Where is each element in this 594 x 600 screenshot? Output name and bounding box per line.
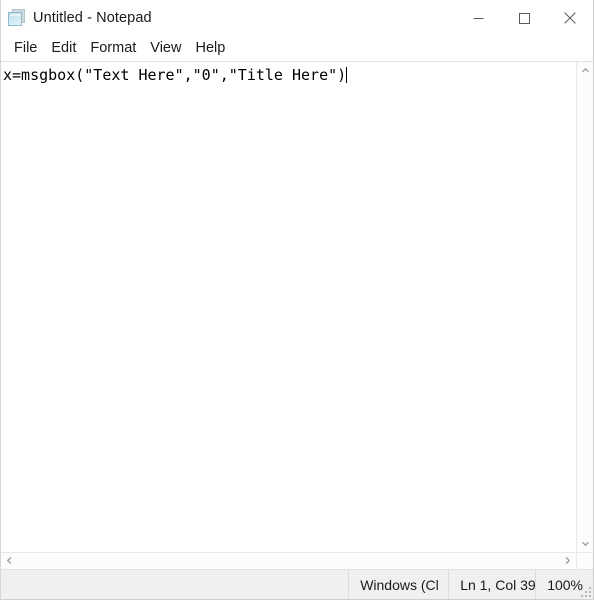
close-icon [564, 12, 576, 24]
vertical-scrollbar-track[interactable] [577, 79, 593, 535]
editor-area: x=msgbox("Text Here","0","Title Here") [1, 62, 593, 552]
horizontal-scrollbar[interactable] [1, 552, 593, 570]
scroll-right-button[interactable] [559, 553, 576, 570]
notepad-window: Untitled - Notepad File Edit Format View… [0, 0, 594, 600]
chevron-down-icon [581, 535, 590, 553]
menu-item-edit[interactable]: Edit [44, 38, 83, 59]
editor-text: x=msgbox("Text Here","0","Title Here") [3, 66, 347, 84]
window-title: Untitled - Notepad [33, 10, 152, 26]
menu-item-file[interactable]: File [7, 38, 44, 59]
title-bar-left: Untitled - Notepad [1, 0, 152, 36]
maximize-button[interactable] [501, 0, 547, 36]
maximize-icon [518, 12, 530, 24]
status-cursor-position[interactable]: Ln 1, Col 39 [448, 570, 535, 599]
status-encoding[interactable]: Windows (Cl [348, 570, 448, 599]
menu-item-format[interactable]: Format [83, 38, 143, 59]
title-bar[interactable]: Untitled - Notepad [1, 0, 593, 36]
menu-item-view[interactable]: View [143, 38, 188, 59]
vertical-scrollbar[interactable] [576, 62, 593, 552]
horizontal-scrollbar-track[interactable] [18, 553, 559, 569]
menu-bar: File Edit Format View Help [1, 36, 593, 62]
editor-text-line: x=msgbox("Text Here","0","Title Here") [3, 66, 348, 85]
text-caret [346, 67, 348, 83]
chevron-left-icon [5, 552, 14, 570]
notepad-icon [8, 9, 26, 27]
resize-grip[interactable] [578, 584, 591, 597]
window-controls [455, 0, 593, 36]
chevron-right-icon [563, 552, 572, 570]
status-bar: Windows (Cl Ln 1, Col 39 100% [1, 569, 593, 599]
close-button[interactable] [547, 0, 593, 36]
scroll-up-button[interactable] [577, 62, 594, 79]
menu-item-help[interactable]: Help [188, 38, 232, 59]
minimize-button[interactable] [455, 0, 501, 36]
minimize-icon [473, 13, 484, 24]
scroll-left-button[interactable] [1, 553, 18, 570]
scrollbar-corner [576, 552, 593, 570]
chevron-up-icon [581, 62, 590, 80]
text-editor[interactable]: x=msgbox("Text Here","0","Title Here") [1, 62, 576, 552]
scroll-down-button[interactable] [577, 535, 594, 552]
status-bar-spacer [1, 570, 348, 599]
